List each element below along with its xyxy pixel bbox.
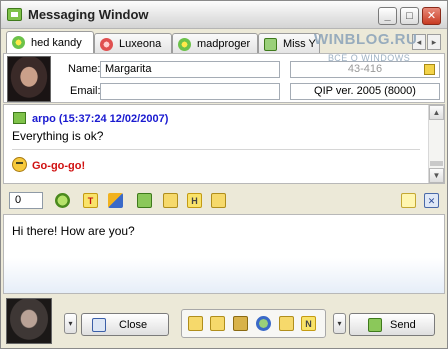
text-format-icon[interactable]: T — [83, 193, 98, 208]
history-icon[interactable]: H — [187, 193, 202, 208]
network-icon[interactable] — [256, 316, 271, 331]
send-button[interactable]: Send — [349, 313, 435, 336]
send-button-label: Send — [390, 319, 416, 331]
watermark-tagline: ВСЁ О WINDOWS — [328, 53, 411, 63]
send-icon — [368, 318, 382, 332]
watermark-site: WINBLOG.RU — [314, 31, 418, 48]
new-note-icon[interactable] — [401, 193, 416, 208]
smiley-icon[interactable] — [55, 193, 70, 208]
uin-value: 43-416 — [347, 63, 383, 75]
close-tab-icon[interactable]: ✕ — [424, 193, 439, 208]
quick-actions-bar: N — [181, 309, 326, 338]
maximize-button[interactable]: □ — [400, 7, 419, 25]
title-bar[interactable]: Messaging Window _ □ ✕ — [1, 1, 447, 29]
window-title: Messaging Window — [28, 7, 149, 22]
flower-icon — [100, 38, 113, 51]
contact-avatar — [7, 56, 51, 102]
my-avatar — [6, 298, 52, 344]
client-version-field: QIP ver. 2005 (8000) — [290, 83, 440, 100]
flower-icon — [178, 38, 191, 51]
history-scrollbar[interactable]: ▲ ▼ — [428, 105, 444, 183]
char-counter: 0 — [9, 192, 43, 209]
tab-madproger[interactable]: madproger — [172, 33, 258, 53]
uin-info-icon[interactable] — [424, 64, 435, 75]
message-header: arpo (15:37:24 12/02/2007) — [32, 113, 169, 125]
email-field[interactable] — [100, 83, 280, 100]
contact-icon[interactable] — [233, 316, 248, 331]
tab-label: Miss Y — [283, 38, 316, 50]
notes-icon[interactable] — [211, 193, 226, 208]
app-icon — [7, 8, 22, 21]
message-history[interactable]: arpo (15:37:24 12/02/2007) Everything is… — [3, 104, 445, 184]
message-input-text[interactable]: Hi there! How are you? — [12, 224, 135, 238]
scroll-thumb[interactable] — [430, 161, 443, 166]
message-text: Go-go-go! — [32, 160, 86, 172]
tab-miss-y[interactable]: Miss Y — [258, 33, 320, 53]
message-icon — [13, 112, 26, 124]
flower-icon — [12, 36, 25, 49]
tab-luxeona[interactable]: Luxeona — [94, 33, 172, 53]
message-input[interactable]: Hi there! How are you? — [3, 214, 445, 294]
close-button-label: Close — [119, 319, 148, 331]
close-window-button[interactable]: ✕ — [422, 7, 441, 25]
notify-icon[interactable]: N — [301, 316, 316, 331]
minimize-button[interactable]: _ — [378, 7, 397, 25]
send-options-dropdown[interactable]: ▾ — [333, 313, 346, 334]
contact-info-panel: Name: Margarita Email: 43-416 QIP ver. 2… — [3, 53, 445, 103]
close-button[interactable]: Close — [81, 313, 169, 336]
close-options-dropdown[interactable]: ▾ — [64, 313, 77, 334]
message-toolbar: 0 T H ✕ — [3, 187, 445, 213]
tab-label: hed kandy — [31, 37, 82, 49]
scroll-down-button[interactable]: ▼ — [429, 168, 444, 183]
quote-icon[interactable] — [188, 316, 203, 331]
tab-hed-kandy[interactable]: hed kandy — [6, 31, 94, 53]
message-text: Everything is ok? — [12, 129, 104, 143]
layout-icon[interactable] — [279, 316, 294, 331]
scroll-up-button[interactable]: ▲ — [429, 105, 444, 120]
messaging-window: Messaging Window _ □ ✕ hed kandy Luxeona… — [0, 0, 448, 349]
folder-icon[interactable] — [163, 193, 178, 208]
smiley-icon — [12, 157, 27, 172]
name-label: Name: — [68, 63, 101, 75]
info-icon[interactable] — [210, 316, 225, 331]
bottom-bar: ▾ Close N ▾ Send — [1, 296, 447, 348]
tab-scroll-right[interactable]: ▸ — [427, 34, 441, 50]
status-icon — [264, 38, 277, 51]
email-label: Email: — [70, 85, 101, 97]
name-field[interactable]: Margarita — [100, 61, 280, 78]
tab-label: madproger — [197, 38, 251, 50]
save-icon[interactable] — [137, 193, 152, 208]
tab-label: Luxeona — [119, 38, 162, 50]
font-color-icon[interactable] — [108, 193, 123, 208]
message-separator — [12, 149, 420, 150]
close-icon — [92, 318, 106, 332]
uin-field[interactable]: 43-416 — [290, 61, 440, 78]
